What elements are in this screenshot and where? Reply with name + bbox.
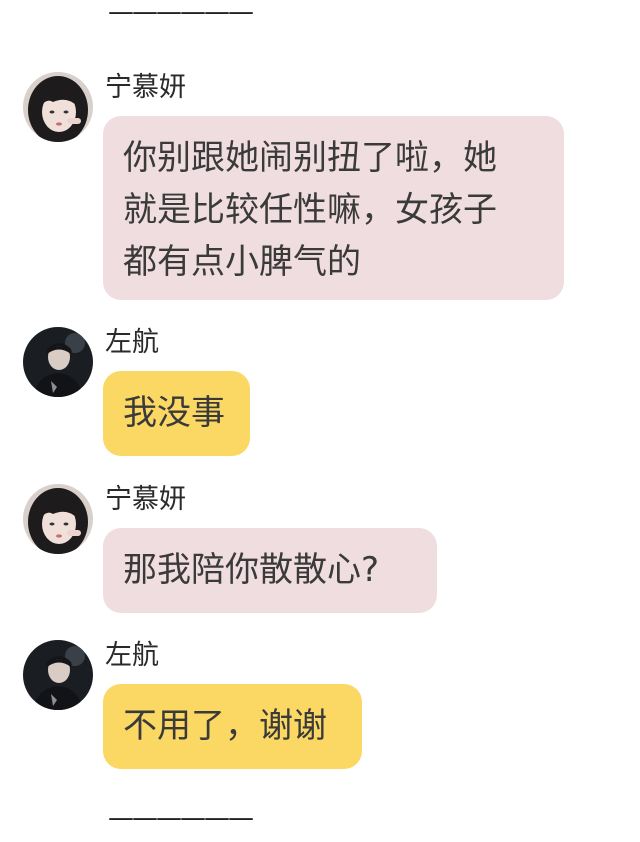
message-text-line: 我没事: [123, 393, 225, 433]
girl-avatar-icon[interactable]: [23, 484, 93, 554]
message-bubble[interactable]: 我没事: [103, 371, 250, 456]
message-text-line: 就是比较任性嘛，女孩子: [123, 190, 497, 230]
sender-name: 左航: [105, 640, 159, 671]
boy-avatar-icon[interactable]: [23, 640, 93, 710]
bottom-divider: ——————: [108, 803, 254, 833]
message-text-line: 你别跟她闹别扭了啦，她: [123, 138, 497, 178]
message-text-line: 不用了，谢谢: [123, 706, 327, 746]
top-divider: ——————: [108, 0, 254, 27]
boy-avatar-icon[interactable]: [23, 327, 93, 397]
message-bubble[interactable]: 那我陪你散散心?: [103, 528, 437, 613]
sender-name: 左航: [105, 327, 159, 358]
message-bubble[interactable]: 你别跟她闹别扭了啦，她 就是比较任性嘛，女孩子 都有点小脾气的: [103, 116, 564, 300]
girl-avatar-icon[interactable]: [23, 72, 93, 142]
message-bubble[interactable]: 不用了，谢谢: [103, 684, 362, 769]
message-text-line: 都有点小脾气的: [123, 242, 361, 282]
sender-name: 宁慕妍: [105, 72, 186, 103]
message-text-line: 那我陪你散散心?: [123, 550, 380, 590]
sender-name: 宁慕妍: [105, 484, 186, 515]
